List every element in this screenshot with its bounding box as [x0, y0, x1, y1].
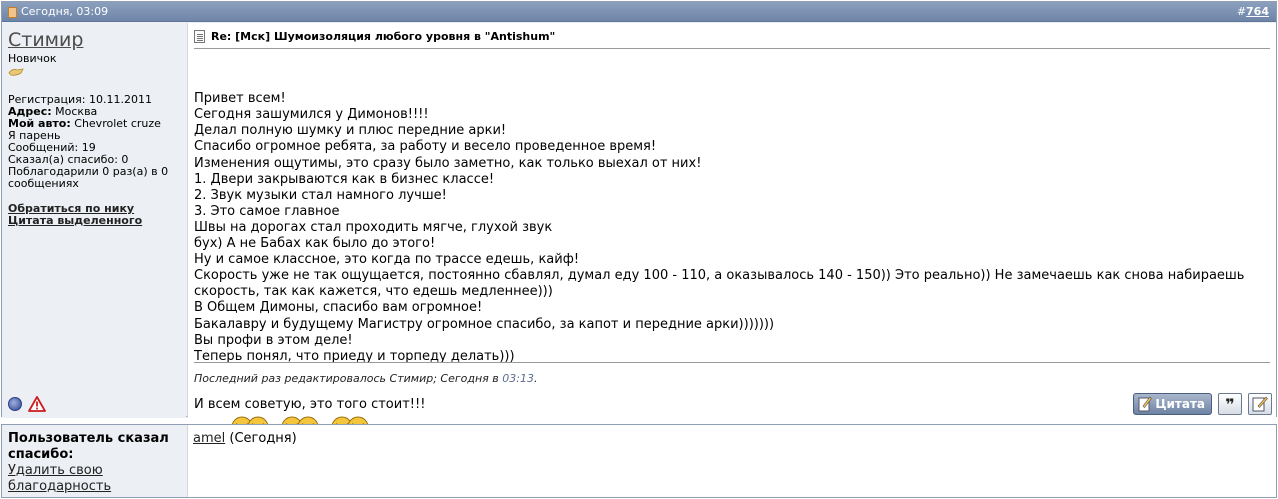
quote-button[interactable]: Цитата: [1133, 393, 1212, 415]
message-line: Вы профи в этом деле!: [194, 332, 353, 348]
multi-quote-icon: ❞: [1225, 394, 1235, 414]
post-header: Сегодня, 03:09 #764: [2, 2, 1276, 22]
message-line: Привет всем!: [194, 91, 286, 107]
document-icon: [194, 30, 205, 43]
message-line: Бакалавру и будущему Магистру огромное с…: [194, 316, 775, 332]
message-line: Сегодня зашумился у Димонов!!!!: [194, 107, 429, 123]
thanks-sidebar: Пользователь сказал спасибо: Удалить сво…: [2, 425, 186, 497]
post-number: #764: [1236, 5, 1269, 18]
pencil-icon: [1138, 396, 1153, 412]
message-line: В Общем Димоны, спасибо вам огромное!: [194, 300, 483, 316]
thanked-user-link[interactable]: amel: [193, 431, 225, 446]
message-line: Делал полную шумку и плюс передние арки!: [194, 123, 507, 139]
message-line: Ну и самое классное, это когда по трассе…: [194, 252, 580, 268]
user-links: Обратиться по нику Цитата выделенного: [8, 203, 180, 227]
user-status-icons: [8, 396, 46, 412]
multi-quote-button[interactable]: ❞: [1218, 393, 1242, 415]
remove-thanks-link[interactable]: Удалить свою благодарность: [8, 463, 180, 495]
thanks-label: Пользователь сказал спасибо:: [8, 431, 169, 462]
edit-separator: [194, 362, 1270, 363]
message-line: Изменения ощутимы, это сразу было заметн…: [194, 155, 702, 171]
message-line: Швы на дорогах стал проходить мягче, глу…: [194, 219, 553, 235]
message-line: 3. Это самое главное: [194, 203, 340, 219]
username-link[interactable]: Стимир: [8, 29, 180, 51]
post: Сегодня, 03:09 #764 Стимир Новичок Регис…: [1, 1, 1277, 438]
thanked-count: Поблагодарили 0 раз(а) в 0 сообщениях: [8, 165, 169, 190]
page-icon: [8, 6, 17, 18]
user-stats: Регистрация: 10.11.2011 Адрес: Москва Мо…: [8, 94, 180, 190]
online-status-icon: [8, 397, 22, 411]
reputation-icon: [8, 68, 24, 76]
quote-selected-link[interactable]: Цитата выделенного: [8, 215, 180, 227]
quick-reply-button[interactable]: [1248, 393, 1272, 415]
message-line: Скорость уже не так ощущается, постоянно…: [194, 268, 1245, 284]
thanks-panel: Пользователь сказал спасибо: Удалить сво…: [1, 424, 1277, 498]
edited-note: Последний раз редактировалось Стимир; Се…: [194, 372, 538, 385]
report-icon[interactable]: [28, 396, 46, 412]
message-line: 2. Звук музыки стал намного лучше!: [194, 187, 447, 203]
post-buttons: Цитата ❞: [1133, 393, 1272, 415]
post-date: Сегодня, 03:09: [21, 5, 109, 18]
message-line: бух) А не Бабах как было до этого!: [194, 236, 436, 252]
post-title: Re: [Мск] Шумоизоляция любого уровня в "…: [194, 29, 1270, 49]
edit-icon: [1252, 396, 1268, 412]
user-rank: Новичок: [8, 52, 57, 65]
message-line: 1. Двери закрываются как в бизнес классе…: [194, 171, 495, 187]
message-line: Спасибо огромное ребята, за работу и вес…: [194, 139, 657, 155]
user-info-panel: Стимир Новичок Регистрация: 10.11.2011 А…: [2, 23, 186, 418]
post-permalink[interactable]: 764: [1246, 5, 1269, 18]
thanks-list: amel (Сегодня): [187, 425, 1276, 497]
message-lines: Привет всем! Сегодня зашумился у Димонов!…: [194, 91, 1270, 365]
post-content: Re: [Мск] Шумоизоляция любого уровня в "…: [187, 23, 1276, 438]
message-line: скорость, так как кажется, что едешь мед…: [194, 284, 553, 300]
thanks-when: (Сегодня): [225, 431, 297, 446]
